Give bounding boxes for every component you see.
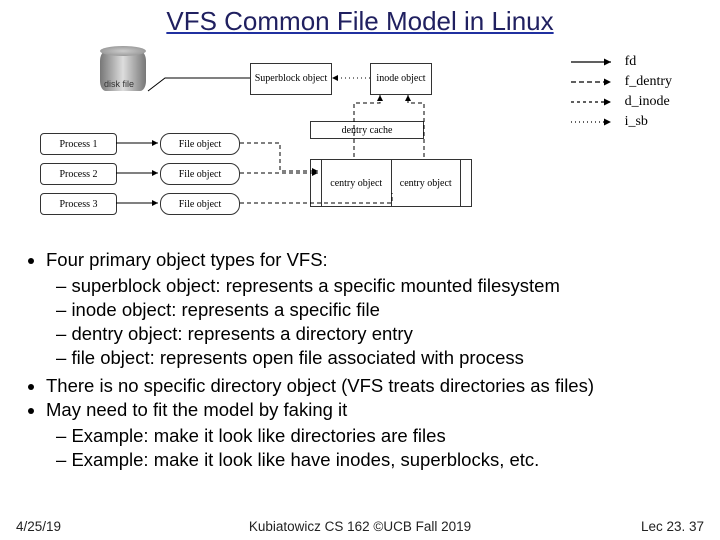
bullet-1b: inode object: represents a specific file [56,299,702,321]
legend-dinode: d_inode [569,92,672,112]
fileobj3-box: File object [160,193,240,215]
bullet-1c: dentry object: represents a directory en… [56,323,702,345]
disk-file-label: disk file [104,79,134,89]
footer-page: Lec 23. 37 [604,519,704,534]
disk-file-graphic: disk file [100,45,146,103]
dentry-cache-label: dentry cache [310,121,424,139]
legend-fdentry: f_dentry [569,72,672,92]
bullet-3a: Example: make it look like directories a… [56,425,702,447]
slide-title: VFS Common File Model in Linux [0,0,720,37]
footer-date: 4/25/19 [16,519,116,534]
superblock-box: Superblock object [250,63,332,95]
legend-fdentry-label: f_dentry [625,72,672,92]
footer-course: Kubiatowicz CS 162 ©UCB Fall 2019 [116,519,604,534]
bullet-2: There is no specific directory object (V… [46,375,702,397]
legend-fd-label: fd [625,52,637,72]
legend-fd: fd [569,52,672,72]
legend: fd f_dentry d_inode i_sb [569,52,672,132]
slide-footer: 4/25/19 Kubiatowicz CS 162 ©UCB Fall 201… [0,519,720,534]
bullet-3b: Example: make it look like have inodes, … [56,449,702,471]
dentry-cache-cells: centry object centry object [310,159,472,207]
process1-box: Process 1 [40,133,117,155]
bullet-content: Four primary object types for VFS: super… [28,249,702,471]
bullet-1d: file object: represents open file associ… [56,347,702,369]
process3-box: Process 3 [40,193,117,215]
bullet-1a: superblock object: represents a specific… [56,275,702,297]
bullet-1: Four primary object types for VFS: [46,249,702,271]
centry1-box: centry object [322,160,392,206]
fileobj1-box: File object [160,133,240,155]
process2-box: Process 2 [40,163,117,185]
legend-isb: i_sb [569,112,672,132]
bullet-3: May need to fit the model by faking it [46,399,702,421]
cache-pad-left [311,160,322,206]
fileobj2-box: File object [160,163,240,185]
inode-box: inode object [370,63,432,95]
cache-pad-right [461,160,471,206]
legend-isb-label: i_sb [625,112,648,132]
legend-dinode-label: d_inode [625,92,670,112]
centry2-box: centry object [392,160,462,206]
